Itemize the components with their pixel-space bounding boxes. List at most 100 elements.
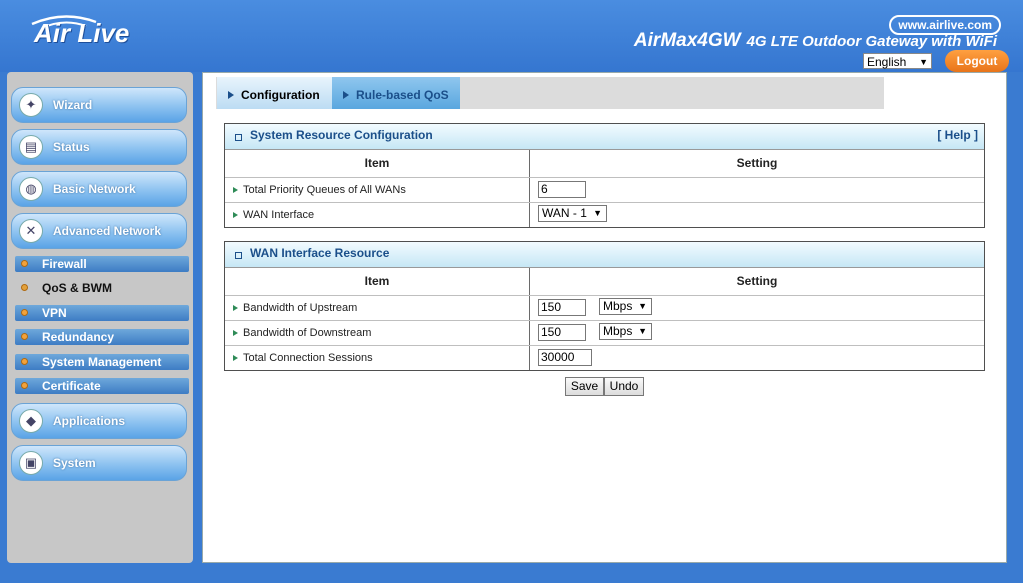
upstream-unit-select[interactable]: Mbps ▼ [599, 298, 652, 315]
collapse-box-icon[interactable] [235, 252, 242, 259]
sidebar: ✦ Wizard ▤ Status ◍ Basic Network ✕ Adva… [7, 72, 193, 563]
dropdown-arrow-icon: ▼ [638, 326, 647, 336]
row-setting-cell: 6 [530, 178, 984, 202]
select-value: WAN - 1 [542, 206, 587, 220]
wan-resource-section: WAN Interface Resource Item Setting Band… [224, 241, 985, 371]
column-header-setting: Setting [736, 156, 778, 170]
wan-interface-select[interactable]: WAN - 1 ▼ [538, 205, 607, 222]
sidebar-subitem-qos-bwm[interactable]: QoS & BWM [15, 280, 189, 296]
row-label-cell: Bandwidth of Downstream [225, 321, 530, 345]
row-label: Total Connection Sessions [243, 352, 373, 364]
row-setting-cell: WAN - 1 ▼ [530, 203, 984, 227]
upstream-bandwidth-input[interactable]: 150 [538, 299, 586, 316]
section-header: System Resource Configuration [ Help ] [225, 124, 984, 150]
dropdown-arrow-icon: ▼ [593, 208, 602, 218]
sidebar-item-applications[interactable]: ◆ Applications [11, 403, 187, 439]
sidebar-item-label: Wizard [53, 98, 93, 112]
downstream-unit-select[interactable]: Mbps ▼ [599, 323, 652, 340]
sidebar-item-basic-network[interactable]: ◍ Basic Network [11, 171, 187, 207]
sidebar-item-label: Advanced Network [53, 224, 162, 238]
table-row: Total Connection Sessions 30000 [225, 345, 984, 370]
bullet-icon [21, 333, 28, 340]
sidebar-subitem-vpn[interactable]: VPN [15, 305, 189, 321]
row-arrow-icon [233, 355, 238, 361]
row-label: Bandwidth of Downstream [243, 327, 372, 339]
row-label: Total Priority Queues of All WANs [243, 184, 406, 196]
connection-sessions-input[interactable]: 30000 [538, 349, 592, 366]
help-link[interactable]: [ Help ] [937, 124, 978, 147]
table-row: WAN Interface WAN - 1 ▼ [225, 202, 984, 227]
section-header: WAN Interface Resource [225, 242, 984, 268]
table-header-row: Item Setting [225, 268, 984, 295]
sidebar-subitem-label: Certificate [42, 379, 101, 393]
sidebar-subitem-label: QoS & BWM [42, 281, 112, 295]
globe-icon: ◍ [19, 177, 43, 201]
sidebar-subitem-label: Redundancy [42, 330, 115, 344]
priority-queues-input[interactable]: 6 [538, 181, 586, 198]
sidebar-subitem-redundancy[interactable]: Redundancy [15, 329, 189, 345]
row-label-cell: Bandwidth of Upstream [225, 296, 530, 320]
sidebar-subitem-label: Firewall [42, 257, 87, 271]
row-setting-cell: 30000 [530, 346, 984, 370]
tools-icon: ✕ [19, 219, 43, 243]
sidebar-item-label: Applications [53, 414, 126, 428]
sidebar-subitem-label: VPN [42, 306, 67, 320]
product-model: AirMax4GW [633, 30, 741, 51]
sidebar-subitem-firewall[interactable]: Firewall [15, 256, 189, 272]
row-arrow-icon [233, 212, 238, 218]
language-value: English [867, 55, 907, 69]
table-row: Total Priority Queues of All WANs 6 [225, 177, 984, 202]
tab-label: Configuration [241, 88, 320, 102]
logo-text: Air Live [34, 18, 130, 48]
sidebar-subitem-label: System Management [42, 355, 162, 369]
sidebar-item-status[interactable]: ▤ Status [11, 129, 187, 165]
row-label-cell: WAN Interface [225, 203, 530, 227]
tab-arrow-icon [343, 91, 349, 99]
tab-label: Rule-based QoS [356, 88, 449, 102]
sidebar-item-wizard[interactable]: ✦ Wizard [11, 87, 187, 123]
collapse-box-icon[interactable] [235, 134, 242, 141]
main-content-panel: Configuration Rule-based QoS System Reso… [202, 72, 1007, 563]
row-arrow-icon [233, 187, 238, 193]
sidebar-subitem-system-management[interactable]: System Management [15, 354, 189, 370]
tab-bar: Configuration Rule-based QoS [204, 74, 1005, 109]
row-label: Bandwidth of Upstream [243, 302, 358, 314]
dropdown-arrow-icon: ▼ [638, 301, 647, 311]
status-chart-icon: ▤ [19, 135, 43, 159]
sidebar-subitem-certificate[interactable]: Certificate [15, 378, 189, 394]
tab-rule-based-qos[interactable]: Rule-based QoS [332, 77, 460, 109]
logout-button[interactable]: Logout [945, 50, 1009, 72]
select-value: Mbps [603, 324, 633, 338]
column-header-item: Item [225, 150, 530, 177]
bullet-icon [21, 260, 28, 267]
column-header-item: Item [225, 268, 530, 295]
section-title: WAN Interface Resource [250, 246, 390, 260]
language-select[interactable]: English ▼ [863, 53, 932, 69]
sidebar-item-label: Status [53, 140, 90, 154]
sidebar-item-advanced-network[interactable]: ✕ Advanced Network [11, 213, 187, 249]
sidebar-item-label: Basic Network [53, 182, 136, 196]
select-value: Mbps [603, 299, 633, 313]
row-arrow-icon [233, 305, 238, 311]
save-button[interactable]: Save [565, 377, 604, 396]
section-title: System Resource Configuration [250, 128, 433, 142]
row-label-cell: Total Connection Sessions [225, 346, 530, 370]
bullet-icon [21, 284, 28, 291]
product-description: 4G LTE Outdoor Gateway with WiFi [746, 33, 997, 50]
undo-button[interactable]: Undo [604, 377, 644, 396]
dropdown-arrow-icon: ▼ [919, 57, 928, 67]
bullet-icon [21, 358, 28, 365]
tab-arrow-icon [228, 91, 234, 99]
header-bar: Air Live www.airlive.com AirMax4GW 4G LTE… [0, 0, 1023, 72]
table-row: Bandwidth of Downstream 150 Mbps ▼ [225, 320, 984, 345]
row-setting-cell: 150 Mbps ▼ [530, 321, 984, 345]
column-header-setting: Setting [736, 274, 778, 288]
bullet-icon [21, 309, 28, 316]
applications-icon: ◆ [19, 409, 43, 433]
table-header-row: Item Setting [225, 150, 984, 177]
sidebar-item-system[interactable]: ▣ System [11, 445, 187, 481]
system-resource-section: System Resource Configuration [ Help ] I… [224, 123, 985, 228]
wizard-wand-icon: ✦ [19, 93, 43, 117]
tab-configuration[interactable]: Configuration [217, 77, 332, 109]
downstream-bandwidth-input[interactable]: 150 [538, 324, 586, 341]
